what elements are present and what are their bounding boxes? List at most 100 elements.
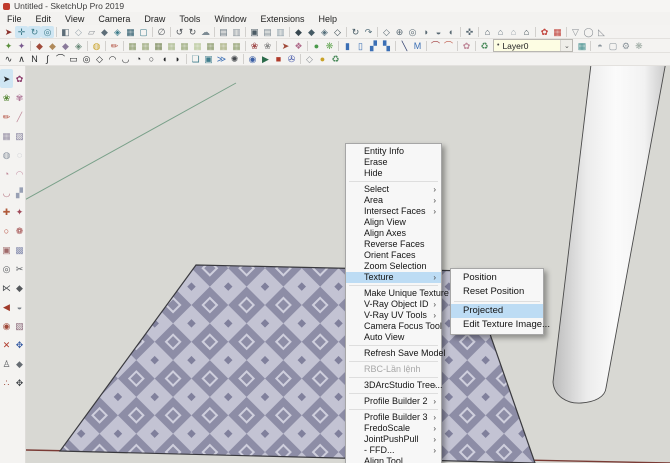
menu-file[interactable]: File xyxy=(0,14,29,24)
context-menu-item-make-unique-texture[interactable]: Make Unique Texture xyxy=(346,288,449,299)
style-cube-4-icon[interactable]: ◇ xyxy=(331,26,344,38)
car-icon[interactable]: ◆ xyxy=(13,354,26,373)
line-pink-icon[interactable]: ╱ xyxy=(13,107,26,126)
hide-rest-icon[interactable]: ∅ xyxy=(155,26,168,38)
paint-bucket-icon[interactable]: ◍ xyxy=(90,40,103,52)
arc-deep-icon[interactable]: ◡ xyxy=(0,183,13,202)
material-sample-4-icon[interactable]: ▦ xyxy=(165,40,178,52)
context-menu-item-zoom-selection[interactable]: Zoom Selection xyxy=(346,261,441,272)
context-menu-item-orient-faces[interactable]: Orient Faces xyxy=(346,250,441,261)
mirror-m-icon[interactable]: M xyxy=(411,40,424,52)
chevron-down-icon[interactable]: ⌄ xyxy=(560,40,573,51)
boot-icon[interactable]: ◆ xyxy=(13,278,26,297)
helmet-icon[interactable]: ◒ xyxy=(13,297,26,316)
sphere-outline-icon[interactable]: ◯ xyxy=(582,26,595,38)
menu-window[interactable]: Window xyxy=(207,14,253,24)
material-sample-2-icon[interactable]: ▦ xyxy=(139,40,152,52)
grass-green-icon[interactable]: ❋ xyxy=(323,40,336,52)
cloud-icon[interactable]: ☁ xyxy=(199,26,212,38)
leaf-pink-icon[interactable]: ✾ xyxy=(13,88,26,107)
layer-combobox[interactable]: • Layer0 ⌄ xyxy=(493,39,574,52)
context-menu-item-jointpushpull[interactable]: JointPushPull › xyxy=(346,434,441,445)
flower-red-icon[interactable]: ❁ xyxy=(13,221,26,240)
vray-frame-buffer-icon[interactable]: ▦ xyxy=(551,26,564,38)
star-red-icon[interactable]: ✦ xyxy=(13,202,26,221)
offset-teal-icon[interactable]: ❏ xyxy=(189,53,202,65)
hatch-icon[interactable]: ▞ xyxy=(13,183,26,202)
speaker-red-icon[interactable]: ◀ xyxy=(0,297,13,316)
polygon-icon[interactable]: ○ xyxy=(145,53,158,65)
position-camera-icon[interactable]: ✜ xyxy=(463,26,476,38)
brush-icon[interactable]: ◈ xyxy=(72,40,85,52)
material-sample-3-icon[interactable]: ▦ xyxy=(152,40,165,52)
solid-cube-icon[interactable]: ◆ xyxy=(98,26,111,38)
component-icon[interactable]: ◇ xyxy=(72,26,85,38)
mirror-right-icon[interactable]: ▯ xyxy=(354,40,367,52)
sphere-green-icon[interactable]: ● xyxy=(310,40,323,52)
monitor-image-icon[interactable]: ▥ xyxy=(274,26,287,38)
redo-icon[interactable]: ↻ xyxy=(186,26,199,38)
context-menu-item-3darcstudio-tree[interactable]: 3DArcStudio Tree... › xyxy=(346,380,443,391)
menu-edit[interactable]: Edit xyxy=(29,14,59,24)
context-menu-item-entity-info[interactable]: Entity Info xyxy=(346,146,441,157)
context-menu-item-intersect-faces[interactable]: Intersect Faces › xyxy=(346,206,441,217)
slash-tool-icon[interactable]: ╲ xyxy=(398,40,411,52)
magnifier-red-icon[interactable]: ◉ xyxy=(0,316,13,335)
cone-outline-icon[interactable]: ◺ xyxy=(595,26,608,38)
person-icon[interactable]: ♙ xyxy=(0,354,13,373)
context-menu-item-area[interactable]: Area › xyxy=(346,195,441,206)
select-arrow-icon[interactable]: ➤ xyxy=(0,69,13,88)
stamp-icon[interactable]: ▣ xyxy=(0,240,13,259)
texture-a-icon[interactable]: ▦ xyxy=(0,126,13,145)
scissors-icon[interactable]: ✂ xyxy=(13,259,26,278)
cylinder-model[interactable] xyxy=(552,55,668,404)
right-view-icon[interactable]: ◑ xyxy=(419,26,432,38)
x-red-icon[interactable]: ✕ xyxy=(0,335,13,354)
monitor-teal-icon[interactable]: ▣ xyxy=(202,53,215,65)
house-front-icon[interactable]: ⌂ xyxy=(481,26,494,38)
circle-icon[interactable]: ◎ xyxy=(80,53,93,65)
leaf-green-icon[interactable]: ❀ xyxy=(0,88,13,107)
style-cube-3-icon[interactable]: ◈ xyxy=(318,26,331,38)
submenu-item-projected[interactable]: Projected xyxy=(451,304,543,318)
context-menu-item-texture[interactable]: Texture › xyxy=(346,272,441,283)
tool-pink-icon[interactable]: ❖ xyxy=(292,40,305,52)
menu-view[interactable]: View xyxy=(58,14,91,24)
recycle-green-icon[interactable]: ♻ xyxy=(329,53,342,65)
material-sample-1-icon[interactable]: ▦ xyxy=(126,40,139,52)
orbit-model-icon[interactable]: ↻ xyxy=(349,26,362,38)
grid-blue-icon[interactable]: ▩ xyxy=(13,240,26,259)
context-menu-item-erase[interactable]: Erase xyxy=(346,157,441,168)
mirror-left-icon[interactable]: ▮ xyxy=(341,40,354,52)
ball-blue-icon[interactable]: ◉ xyxy=(246,53,259,65)
menu-tools[interactable]: Tools xyxy=(172,14,207,24)
swirl-blue-icon[interactable]: ✇ xyxy=(285,53,298,65)
material-sample-8-icon[interactable]: ▦ xyxy=(217,40,230,52)
front-view-icon[interactable]: ◎ xyxy=(406,26,419,38)
shaded-cube-icon[interactable]: ◈ xyxy=(111,26,124,38)
context-menu-item-vray-object-id[interactable]: V-Ray Object ID › xyxy=(346,299,441,310)
ring-red-icon[interactable]: ○ xyxy=(0,221,13,240)
group-icon[interactable]: ▱ xyxy=(85,26,98,38)
pie-icon[interactable]: ◔ xyxy=(132,53,145,65)
material-sample-5-icon[interactable]: ▦ xyxy=(178,40,191,52)
pan-tool-icon[interactable]: ✛ xyxy=(15,25,28,38)
top-view-icon[interactable]: ⊕ xyxy=(393,26,406,38)
magnifier-icon[interactable]: ◎ xyxy=(0,259,13,278)
texture-b-icon[interactable]: ▨ xyxy=(13,126,26,145)
context-menu-item-select[interactable]: Select › xyxy=(346,184,441,195)
style-cube-2-icon[interactable]: ◆ xyxy=(305,26,318,38)
house-dark-icon[interactable]: ⌂ xyxy=(520,26,533,38)
wireframe-cube-icon[interactable]: ▢ xyxy=(137,26,150,38)
scene-export-icon[interactable]: ▤ xyxy=(217,26,230,38)
iso-view-icon[interactable]: ◇ xyxy=(380,26,393,38)
circle-dash-icon[interactable]: ◌ xyxy=(13,145,26,164)
material-sample-7-icon[interactable]: ▦ xyxy=(204,40,217,52)
bezier-icon[interactable]: Ν xyxy=(28,53,41,65)
material-green-icon[interactable]: ✦ xyxy=(2,40,15,52)
zigzag-icon[interactable]: ∧ xyxy=(15,53,28,65)
ellipse-icon[interactable]: ◇ xyxy=(93,53,106,65)
select-arrow-icon[interactable]: ➤ xyxy=(2,26,15,38)
context-menu-item-refresh-save-model[interactable]: Refresh Save Model xyxy=(346,348,446,359)
tool-red-icon[interactable]: ➤ xyxy=(279,40,292,52)
